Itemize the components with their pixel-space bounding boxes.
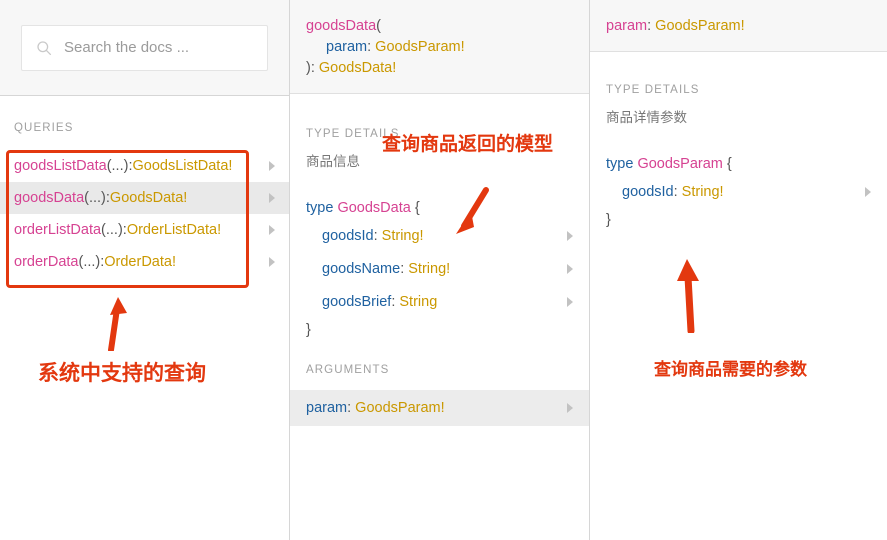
field-name: goodsId	[622, 183, 674, 200]
field-type: String!	[381, 227, 424, 244]
field-type: String!	[408, 260, 451, 277]
chevron-right-icon[interactable]	[269, 225, 275, 235]
field-name: goodsData	[306, 18, 377, 34]
close-brace: }	[306, 322, 311, 338]
field-label: goodsId: String!	[306, 228, 424, 244]
type-field-goodsId[interactable]: goodsId: String!	[590, 175, 887, 208]
argument-name: param	[326, 39, 368, 55]
field-label: goodsBrief: String	[306, 294, 437, 310]
argument-doc-body: TYPE DETAILS 商品详情参数 type GoodsParam { go…	[590, 52, 887, 228]
field-type: String!	[681, 183, 724, 200]
argument-colon: :	[347, 400, 356, 416]
argument-type: GoodsParam!	[355, 400, 445, 416]
query-name: goodsListData	[14, 158, 107, 174]
argument-label: param: GoodsParam!	[306, 400, 445, 416]
chevron-right-icon[interactable]	[269, 257, 275, 267]
chevron-right-icon[interactable]	[567, 230, 573, 241]
argument-signature-header: param: GoodsParam!	[590, 0, 887, 52]
graphiql-docs-app: QUERIES goodsListData(...): GoodsListDat…	[0, 0, 887, 540]
type-description: 商品详情参数	[606, 110, 687, 125]
field-type: String	[399, 293, 438, 310]
queries-section-title: QUERIES	[14, 122, 74, 134]
type-details-title: TYPE DETAILS	[606, 84, 700, 96]
argument-doc-panel: param: GoodsParam! TYPE DETAILS 商品详情参数 t…	[590, 0, 887, 540]
query-type: OrderListData!	[126, 222, 222, 238]
query-args: (...)	[101, 222, 123, 238]
argument-row-param[interactable]: param: GoodsParam!	[290, 390, 589, 426]
chevron-right-icon[interactable]	[567, 263, 573, 274]
argument-colon: :	[367, 39, 376, 55]
close-paren-colon: ):	[306, 60, 319, 76]
field-name: goodsBrief	[322, 293, 392, 310]
type-definition-open: type GoodsData {	[306, 198, 573, 219]
chevron-right-icon[interactable]	[567, 296, 573, 307]
field-label: goodsId: String!	[606, 184, 724, 200]
chevron-right-icon[interactable]	[865, 186, 871, 197]
search-box[interactable]	[21, 24, 268, 71]
query-name: orderData	[14, 254, 79, 270]
type-definition-open: type GoodsParam {	[606, 154, 871, 175]
argument-name: param	[606, 18, 648, 34]
type-name: GoodsParam	[637, 156, 723, 172]
type-keyword: type	[306, 200, 334, 216]
field-colon: :	[673, 183, 682, 200]
field-doc-body: TYPE DETAILS 商品信息 type GoodsData { goods…	[290, 94, 589, 426]
open-brace: {	[414, 200, 420, 216]
search-icon	[37, 40, 52, 55]
return-type: GoodsData!	[318, 60, 397, 76]
field-name: goodsName	[322, 260, 401, 277]
type-field-goodsName[interactable]: goodsName: String!	[290, 252, 589, 285]
field-name: goodsId	[322, 227, 374, 244]
search-area	[0, 0, 289, 96]
chevron-right-icon[interactable]	[269, 161, 275, 171]
close-brace: }	[606, 212, 611, 228]
query-name: goodsData	[14, 190, 85, 206]
docs-sidebar-panel: QUERIES goodsListData(...): GoodsListDat…	[0, 0, 290, 540]
field-colon: :	[373, 227, 382, 244]
queries-list: goodsListData (...): GoodsListData! goods…	[0, 150, 289, 278]
query-row-orderData[interactable]: orderData (...): OrderData!	[0, 246, 289, 278]
query-name: orderListData	[14, 222, 102, 238]
query-type: GoodsListData!	[132, 158, 233, 174]
query-row-goodsData[interactable]: goodsData (...): GoodsData!	[0, 182, 289, 214]
open-brace: {	[726, 156, 732, 172]
query-type: GoodsData!	[109, 190, 188, 206]
argument-signature-line: param: GoodsParam!	[306, 37, 573, 58]
field-doc-panel: goodsData( param: GoodsParam! ): GoodsDa…	[290, 0, 590, 540]
argument-colon: :	[647, 18, 656, 34]
type-field-goodsId[interactable]: goodsId: String!	[290, 219, 589, 252]
arguments-title: ARGUMENTS	[306, 364, 390, 376]
query-args: (...)	[84, 190, 106, 206]
argument-type: GoodsParam!	[375, 39, 465, 55]
chevron-right-icon[interactable]	[567, 403, 573, 413]
type-keyword: type	[606, 156, 634, 172]
query-args: (...)	[106, 158, 129, 174]
type-field-goodsBrief[interactable]: goodsBrief: String	[290, 285, 589, 318]
search-input[interactable]	[64, 39, 253, 56]
query-row-orderListData[interactable]: orderListData (...): OrderListData!	[0, 214, 289, 246]
type-description: 商品信息	[306, 154, 360, 169]
type-name: GoodsData	[337, 200, 411, 216]
argument-type: GoodsParam!	[655, 18, 745, 34]
argument-name: param	[306, 400, 348, 416]
field-label: goodsName: String!	[306, 261, 450, 277]
field-signature-header: goodsData( param: GoodsParam! ): GoodsDa…	[290, 0, 589, 94]
chevron-right-icon[interactable]	[269, 193, 275, 203]
open-paren: (	[376, 18, 381, 34]
query-type: OrderData!	[104, 254, 176, 270]
type-details-title: TYPE DETAILS	[306, 128, 400, 140]
query-args: (...)	[78, 254, 101, 270]
query-row-goodsListData[interactable]: goodsListData (...): GoodsListData!	[0, 150, 289, 182]
